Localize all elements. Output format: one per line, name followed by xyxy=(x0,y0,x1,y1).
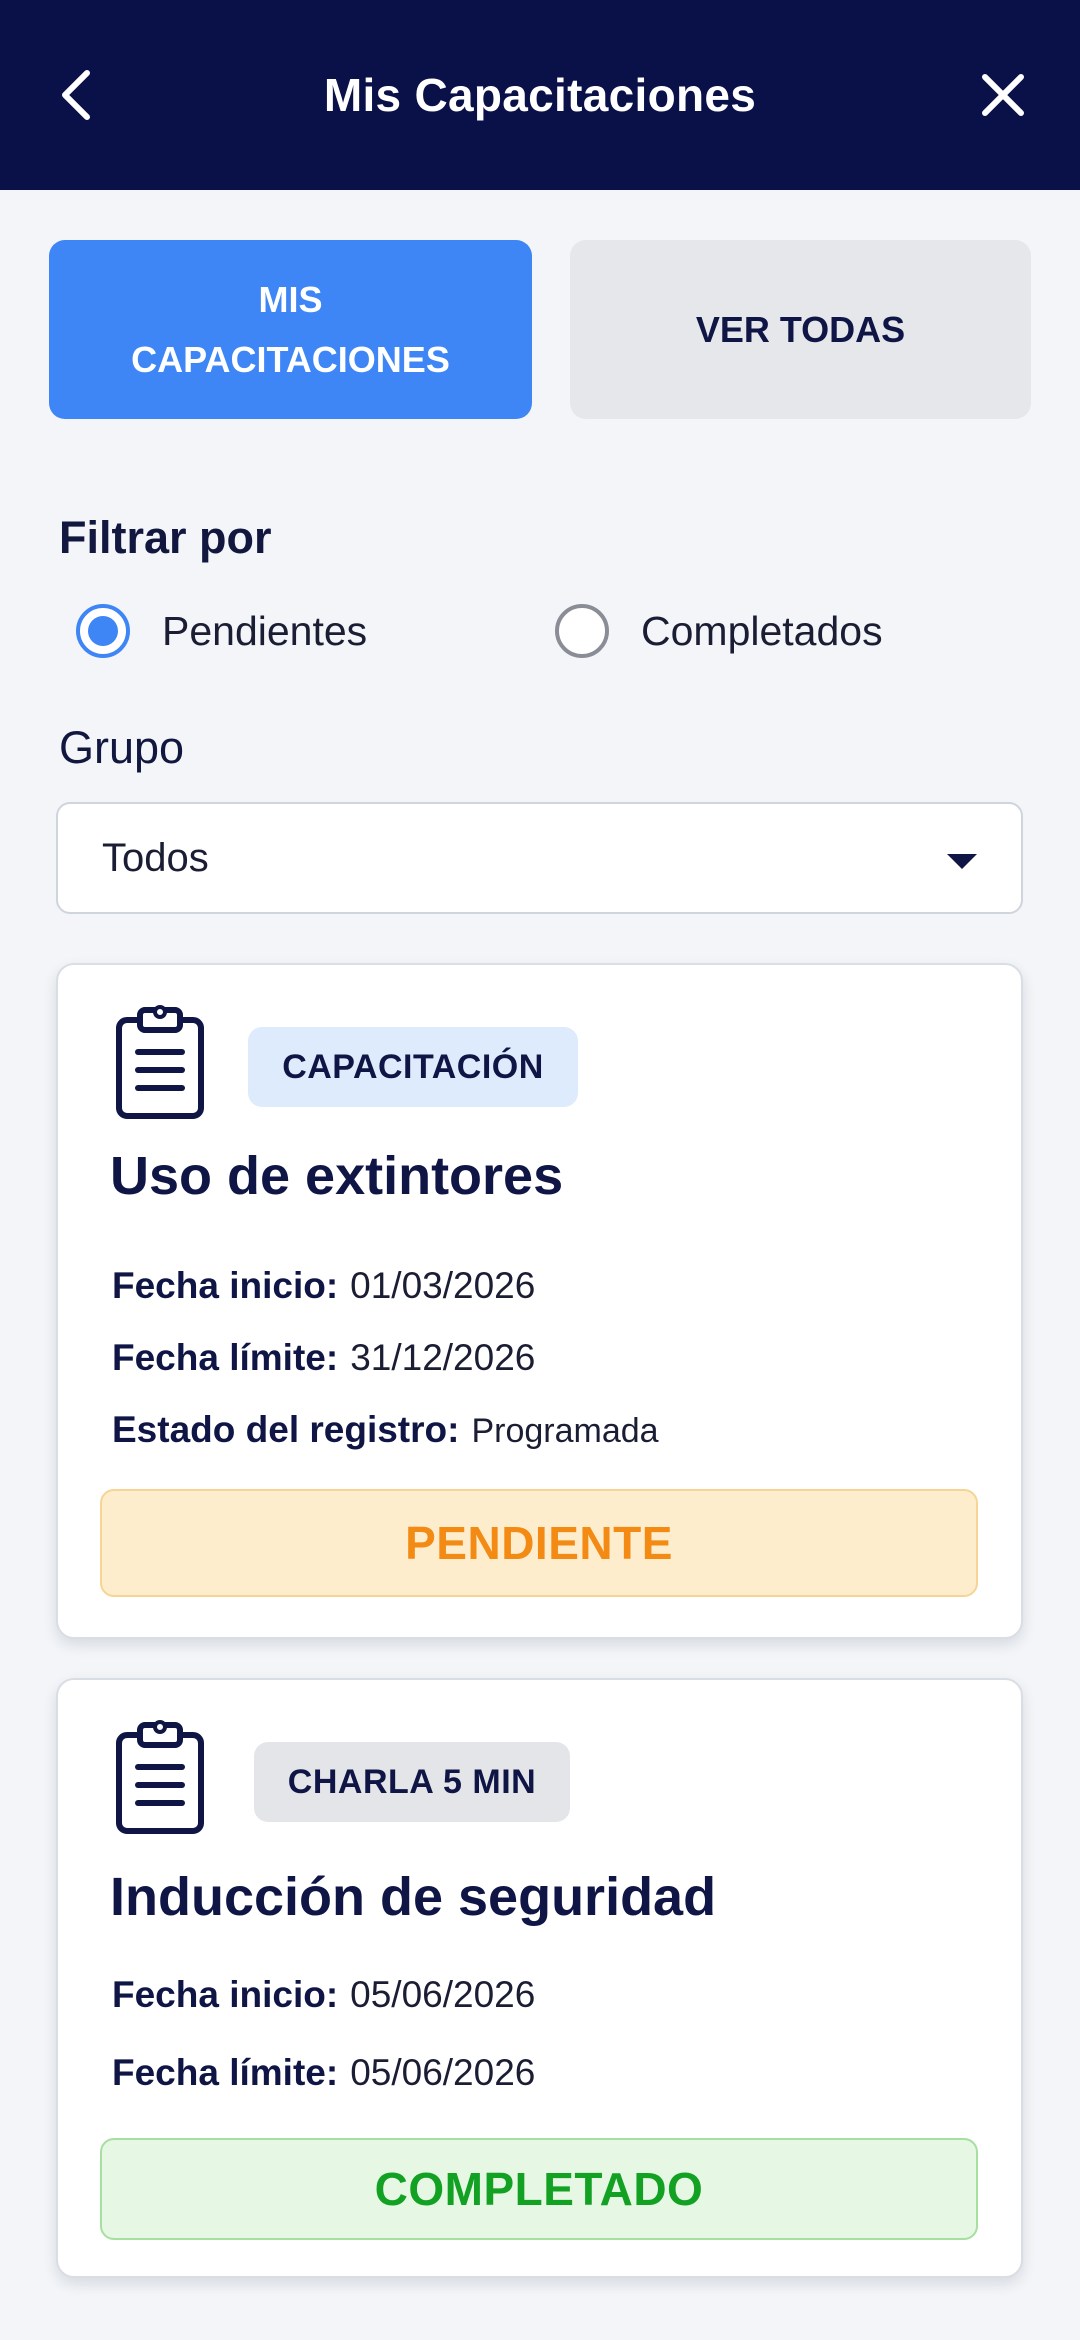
filter-label: Filtrar por xyxy=(59,512,272,563)
field-label: Fecha límite: xyxy=(112,1337,339,1378)
radio-label-completados: Completados xyxy=(641,607,883,654)
caret-down-icon xyxy=(947,854,977,869)
radio-unselected-icon[interactable] xyxy=(555,604,609,658)
clipboard-icon xyxy=(116,1720,204,1834)
tab-bar: MIS CAPACITACIONES VER TODAS xyxy=(49,240,1031,419)
clipboard-icon xyxy=(116,1005,204,1119)
start-date-row: Fecha inicio: 05/06/2026 xyxy=(112,1974,535,2016)
close-icon xyxy=(982,74,1024,116)
field-value: Programada xyxy=(471,1412,659,1450)
radio-completados[interactable]: Completados xyxy=(555,596,883,666)
tab-label-line2: CAPACITACIONES xyxy=(131,338,450,380)
tab-mis-capacitaciones[interactable]: MIS CAPACITACIONES xyxy=(49,240,532,419)
type-badge: CHARLA 5 MIN xyxy=(254,1742,570,1822)
tab-label: VER TODAS xyxy=(695,308,906,350)
status-badge-pending[interactable]: PENDIENTE xyxy=(100,1489,978,1597)
field-value: 05/06/2026 xyxy=(350,2052,536,2093)
chevron-left-icon xyxy=(62,70,90,120)
app-header: Mis Capacitaciones xyxy=(0,0,1080,190)
record-status-row: Estado del registro: Programada xyxy=(112,1409,659,1451)
training-card[interactable]: CHARLA 5 MIN Inducción de seguridad Fech… xyxy=(56,1678,1023,2278)
back-button[interactable] xyxy=(42,60,112,130)
field-value: 01/03/2026 xyxy=(350,1265,536,1306)
training-card[interactable]: CAPACITACIÓN Uso de extintores Fecha ini… xyxy=(56,963,1023,1639)
radio-pendientes[interactable]: Pendientes xyxy=(76,596,367,666)
status-badge-completed[interactable]: COMPLETADO xyxy=(100,2138,978,2240)
tab-label-line1: MIS xyxy=(258,278,323,320)
page-title: Mis Capacitaciones xyxy=(323,69,757,121)
radio-label-pendientes: Pendientes xyxy=(162,607,368,654)
field-label: Fecha límite: xyxy=(112,2052,339,2093)
close-button[interactable] xyxy=(968,60,1038,130)
card-title: Inducción de seguridad xyxy=(110,1867,717,1927)
group-label: Grupo xyxy=(59,722,185,773)
type-badge: CAPACITACIÓN xyxy=(248,1027,578,1107)
field-value: 05/06/2026 xyxy=(350,1974,536,2015)
start-date-row: Fecha inicio: 01/03/2026 xyxy=(112,1265,535,1307)
field-label: Fecha inicio: xyxy=(112,1974,339,2015)
field-value: 31/12/2026 xyxy=(350,1337,536,1378)
field-label: Fecha inicio: xyxy=(112,1265,339,1306)
field-label: Estado del registro: xyxy=(112,1409,460,1450)
tab-ver-todas[interactable]: VER TODAS xyxy=(570,240,1031,419)
radio-selected-icon[interactable] xyxy=(76,604,130,658)
card-title: Uso de extintores xyxy=(110,1146,564,1206)
due-date-row: Fecha límite: 31/12/2026 xyxy=(112,1337,535,1379)
due-date-row: Fecha límite: 05/06/2026 xyxy=(112,2052,535,2094)
group-select[interactable]: Todos xyxy=(56,802,1023,914)
group-select-value: Todos xyxy=(102,835,209,880)
